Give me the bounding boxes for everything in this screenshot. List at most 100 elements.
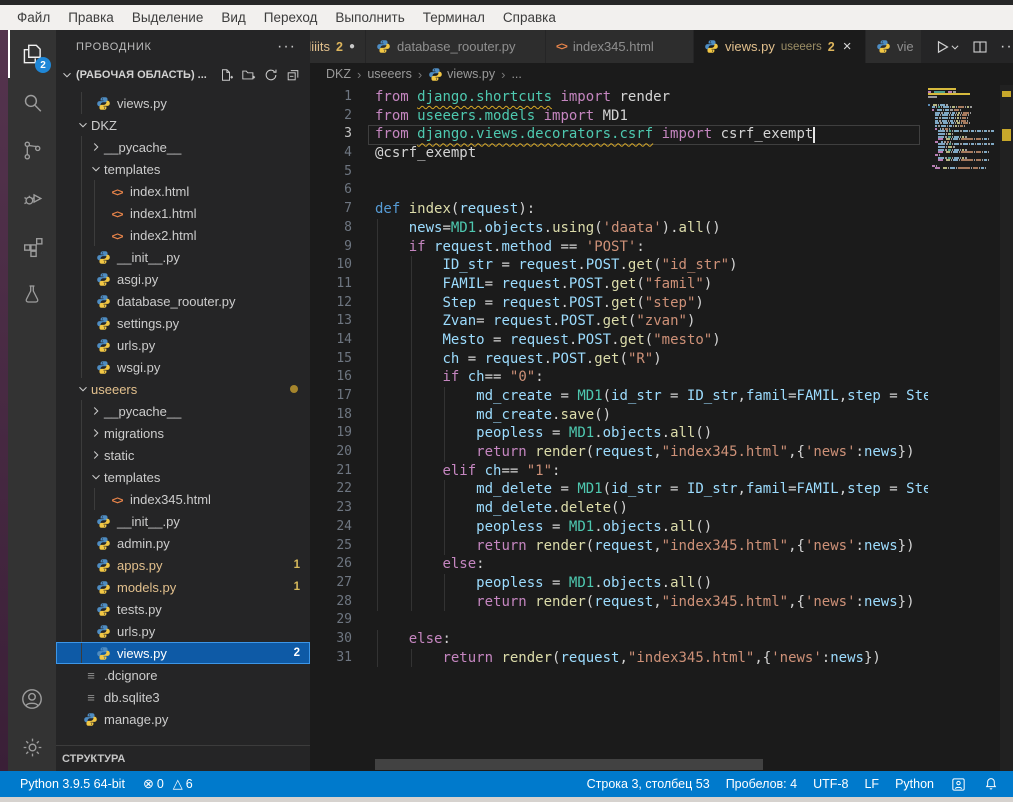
code-line-8[interactable]: 8 news=MD1.objects.using('daata').all(): [310, 219, 928, 238]
tree-item-wsgi-py[interactable]: wsgi.py: [56, 356, 310, 378]
tree-item--init-py[interactable]: __init__.py: [56, 246, 310, 268]
code-line-23[interactable]: 23 md_delete.delete(): [310, 499, 928, 518]
activity-settings-gear[interactable]: [8, 723, 56, 771]
code-area[interactable]: 1from django.shortcuts import render2fro…: [310, 85, 1013, 771]
menu-выполнить[interactable]: Выполнить: [326, 10, 413, 25]
more-actions-icon[interactable]: ···: [1000, 38, 1013, 56]
code-line-20[interactable]: 20 return render(request,"index345.html"…: [310, 443, 928, 462]
code-line-7[interactable]: 7def index(request):: [310, 200, 928, 219]
tree-item-templates[interactable]: templates: [56, 158, 310, 180]
close-icon[interactable]: ×: [843, 38, 852, 55]
code-line-3[interactable]: 3from django.views.decorators.csrf impor…: [310, 125, 928, 144]
code-line-19[interactable]: 19 peopless = MD1.objects.all(): [310, 424, 928, 443]
tree-item--pycache-[interactable]: __pycache__: [56, 136, 310, 158]
code-line-21[interactable]: 21 elif ch== "1":: [310, 462, 928, 481]
chevron-down-icon[interactable]: [60, 68, 74, 82]
code-line-13[interactable]: 13 Zvan= request.POST.get("zvan"): [310, 312, 928, 331]
tab-diiits[interactable]: diiits2●: [310, 30, 366, 63]
activity-explorer[interactable]: 2: [8, 30, 56, 78]
code-line-15[interactable]: 15 ch = request.POST.get("R"): [310, 350, 928, 369]
status-строка-3-столбец-53[interactable]: Строка 3, столбец 53: [587, 777, 710, 791]
tree-item-templates[interactable]: templates: [56, 466, 310, 488]
code-line-4[interactable]: 4@csrf_exempt: [310, 144, 928, 163]
tree-item-useeers[interactable]: useeers: [56, 378, 310, 400]
more-actions-icon[interactable]: ···: [277, 38, 296, 56]
menu-переход[interactable]: Переход: [255, 10, 327, 25]
code-line-6[interactable]: 6: [310, 181, 928, 200]
tree-item-index2-html[interactable]: <>index2.html: [56, 224, 310, 246]
chevron-right-icon[interactable]: [88, 140, 104, 154]
code-lines[interactable]: 1from django.shortcuts import render2fro…: [310, 88, 928, 667]
tree-item-dkz[interactable]: DKZ: [56, 114, 310, 136]
activity-extensions[interactable]: [8, 222, 56, 270]
status-пробелов-4[interactable]: Пробелов: 4: [726, 777, 797, 791]
breadcrumb-item-useeers[interactable]: useeers: [367, 67, 411, 81]
code-line-17[interactable]: 17 md_create = MD1(id_str = ID_str,famil…: [310, 387, 928, 406]
feedback-icon[interactable]: [950, 776, 967, 793]
dirty-dot-icon[interactable]: ●: [349, 41, 355, 52]
code-line-22[interactable]: 22 md_delete = MD1(id_str = ID_str,famil…: [310, 480, 928, 499]
menu-вид[interactable]: Вид: [212, 10, 254, 25]
refresh-icon[interactable]: [264, 68, 278, 82]
tree-item-tests-py[interactable]: tests.py: [56, 598, 310, 620]
activity-source-control[interactable]: [8, 126, 56, 174]
tab-database-roouter-py[interactable]: database_roouter.py: [366, 30, 546, 63]
split-editor-icon[interactable]: [972, 39, 988, 55]
tree-item-views-py[interactable]: views.py2: [56, 642, 310, 664]
code-line-5[interactable]: 5: [310, 163, 928, 182]
activity-run-debug[interactable]: [8, 174, 56, 222]
menu-выделение[interactable]: Выделение: [123, 10, 213, 25]
chevron-right-icon[interactable]: [88, 426, 104, 440]
collapse-all-icon[interactable]: [286, 68, 300, 82]
status-lf[interactable]: LF: [864, 777, 879, 791]
notifications-bell-icon[interactable]: [983, 776, 999, 792]
tab-vie[interactable]: vie: [866, 30, 922, 63]
code-line-1[interactable]: 1from django.shortcuts import render: [310, 88, 928, 107]
new-folder-icon[interactable]: [241, 68, 256, 82]
code-line-31[interactable]: 31 return render(request,"index345.html"…: [310, 649, 928, 668]
tree-item-views-py[interactable]: views.py: [56, 92, 310, 114]
horizontal-scrollbar[interactable]: [375, 759, 763, 770]
new-file-icon[interactable]: [219, 68, 233, 82]
code-line-25[interactable]: 25 return render(request,"index345.html"…: [310, 537, 928, 556]
tab-index345-html[interactable]: <>index345.html: [546, 30, 694, 63]
menu-правка[interactable]: Правка: [59, 10, 123, 25]
tree-item--dcignore[interactable]: ≡.dcignore: [56, 664, 310, 686]
tree-item-urls-py[interactable]: urls.py: [56, 620, 310, 642]
code-line-9[interactable]: 9 if request.method == 'POST':: [310, 238, 928, 257]
code-line-28[interactable]: 28 return render(request,"index345.html"…: [310, 593, 928, 612]
activity-testing[interactable]: [8, 270, 56, 318]
run-button[interactable]: [934, 39, 960, 55]
vertical-scrollbar[interactable]: [1000, 85, 1013, 771]
problems-status[interactable]: ⊗ 0 △ 6: [143, 776, 193, 792]
code-line-30[interactable]: 30 else:: [310, 630, 928, 649]
breadcrumb[interactable]: DKZ›useeers›views.py›...: [310, 63, 1013, 85]
code-line-24[interactable]: 24 peopless = MD1.objects.all(): [310, 518, 928, 537]
status-python[interactable]: Python: [895, 777, 934, 791]
tree-item-database-roouter-py[interactable]: database_roouter.py: [56, 290, 310, 312]
activity-account[interactable]: [8, 675, 56, 723]
tree-item--pycache-[interactable]: __pycache__: [56, 400, 310, 422]
tree-item--init-py[interactable]: __init__.py: [56, 510, 310, 532]
code-line-27[interactable]: 27 peopless = MD1.objects.all(): [310, 574, 928, 593]
code-line-14[interactable]: 14 Mesto = request.POST.get("mesto"): [310, 331, 928, 350]
workspace-section-header[interactable]: (РАБОЧАЯ ОБЛАСТЬ) ...: [56, 63, 310, 87]
outline-section-header[interactable]: СТРУКТУРА: [56, 745, 310, 771]
tree-item-static[interactable]: static: [56, 444, 310, 466]
breadcrumb-item-views-py[interactable]: views.py: [428, 67, 495, 82]
menu-файл[interactable]: Файл: [8, 10, 59, 25]
tab-views-py[interactable]: views.pyuseeers2×: [694, 30, 866, 63]
breadcrumb-item--[interactable]: ...: [511, 67, 521, 81]
tree-item-db-sqlite3[interactable]: ≡db.sqlite3: [56, 686, 310, 708]
tree-item-migrations[interactable]: migrations: [56, 422, 310, 444]
tree-item-urls-py[interactable]: urls.py: [56, 334, 310, 356]
menu-терминал[interactable]: Терминал: [414, 10, 494, 25]
chevron-down-icon[interactable]: [88, 162, 104, 176]
code-line-16[interactable]: 16 if ch== "0":: [310, 368, 928, 387]
activity-search[interactable]: [8, 78, 56, 126]
tree-item-settings-py[interactable]: settings.py: [56, 312, 310, 334]
code-line-18[interactable]: 18 md_create.save(): [310, 406, 928, 425]
tree-item-index345-html[interactable]: <>index345.html: [56, 488, 310, 510]
tree-item-asgi-py[interactable]: asgi.py: [56, 268, 310, 290]
tree-item-manage-py[interactable]: manage.py: [56, 708, 310, 730]
